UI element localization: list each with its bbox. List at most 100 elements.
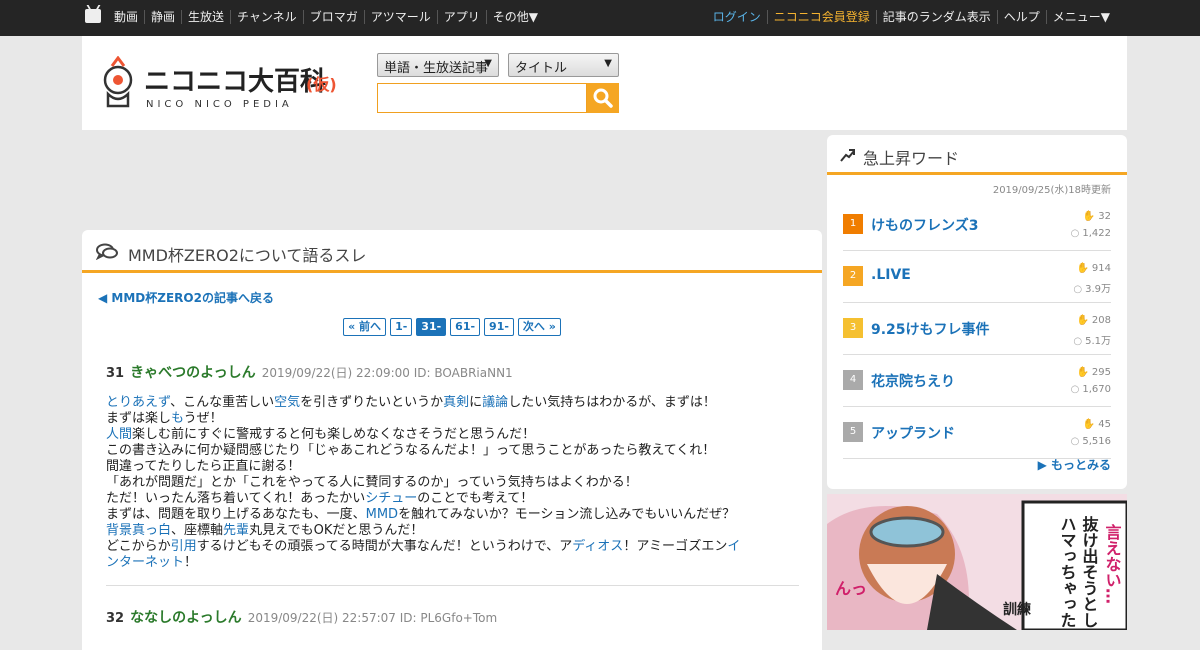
post-text: うぜ！ bbox=[183, 411, 223, 426]
keyword-link[interactable]: 人間 bbox=[106, 427, 132, 442]
help-link[interactable]: ヘルプ bbox=[996, 10, 1046, 24]
trending-word-link[interactable]: アップランド bbox=[871, 423, 955, 443]
ad-text-1: 言えない… bbox=[1103, 523, 1122, 604]
post-number[interactable]: 31 bbox=[106, 366, 124, 381]
poster-name[interactable]: ななしのよっしん bbox=[130, 610, 242, 626]
trending-item[interactable]: 1 けものフレンズ3 ✋ 32 ○ 1,422 bbox=[843, 199, 1111, 251]
niconico-tv-icon[interactable] bbox=[85, 9, 101, 23]
logo-suffix: (仮) bbox=[306, 75, 337, 94]
trending-item[interactable]: 3 9.25けもフレ事件 ✋ 208 ○ 5.1万 bbox=[843, 303, 1111, 355]
trending-word-link[interactable]: .LIVE bbox=[871, 267, 911, 283]
pagination: « 前へ 1- 31- 61- 91- 次へ » bbox=[82, 318, 822, 336]
random-article-link[interactable]: 記事のランダム表示 bbox=[875, 10, 997, 24]
post-text: ！アミーゴズエン bbox=[623, 539, 728, 554]
trending-item[interactable]: 2 .LIVE ✋ 914 ○ 3.9万 bbox=[843, 251, 1111, 303]
service-nav-item[interactable]: アプリ bbox=[436, 10, 486, 24]
comment-icon: ○ bbox=[1070, 384, 1080, 395]
service-nav-item[interactable]: その他▼ bbox=[485, 10, 544, 24]
post-text: まずは、問題を取り上げるあなたも、一度、 bbox=[106, 507, 366, 522]
menu-dropdown[interactable]: メニュー▼ bbox=[1045, 10, 1116, 24]
keyword-link[interactable]: 空気 bbox=[274, 395, 300, 410]
post-text: 、座標軸 bbox=[171, 523, 224, 538]
keyword-link[interactable]: シチュー bbox=[365, 491, 417, 506]
ad-banner[interactable]: 言えない… 抜け出そうとし ハマっちゃったな 訓練 んっ bbox=[827, 494, 1127, 630]
post-text: 楽しむ前にすぐに警戒すると何も楽しめなくなさそうだと思うんだ！ bbox=[132, 427, 536, 442]
post-text: したい気持ちはわかるが、まずは！ bbox=[508, 395, 716, 410]
page-link[interactable]: 次へ » bbox=[517, 318, 561, 336]
post-text: この書き込みに何か疑問感じたり「じゃあこれどうなるんだよ！」って思うことがあった… bbox=[106, 443, 716, 458]
page-link[interactable]: 31- bbox=[416, 318, 447, 336]
applause-value: 914 bbox=[1091, 263, 1111, 274]
back-to-article-link[interactable]: ◀ MMD杯ZERO2の記事へ戻る bbox=[98, 289, 274, 306]
applause-value: 208 bbox=[1091, 315, 1111, 326]
post-meta: 2019/09/22(日) 22:57:07 ID: PL6Gfo+Tom bbox=[247, 611, 498, 625]
trending-item[interactable]: 4 花京院ちえり ✋ 295 ○ 1,670 bbox=[843, 355, 1111, 407]
post-text: するけどもその頑張ってる時間が大事なんだ！というわけで、ア bbox=[196, 539, 573, 554]
thread-title: MMD杯ZERO2について語るスレ bbox=[128, 246, 367, 265]
page-link[interactable]: 61- bbox=[450, 318, 481, 336]
trending-item[interactable]: 5 アップランド ✋ 45 ○ 5,516 bbox=[843, 407, 1111, 459]
service-nav-item[interactable]: チャンネル bbox=[230, 10, 303, 24]
login-link[interactable]: ログイン bbox=[707, 10, 767, 24]
keyword-link[interactable]: も bbox=[171, 411, 184, 426]
keyword-link[interactable]: 真っ白 bbox=[132, 523, 171, 538]
search-field-select[interactable]: タイトル ▼ bbox=[508, 53, 619, 77]
comment-value: 5.1万 bbox=[1085, 336, 1111, 347]
account-nav: ログイン ニコニコ会員登録 記事のランダム表示 ヘルプ メニュー▼ bbox=[707, 10, 1116, 24]
keyword-link[interactable]: ディオス bbox=[572, 539, 623, 554]
poster-name[interactable]: きゃべつのよっしん bbox=[130, 365, 256, 381]
more-trending-link[interactable]: ▶ もっとみる bbox=[1038, 456, 1111, 473]
ad-text-2: 抜け出そうとし bbox=[1080, 515, 1099, 628]
comment-count: ○ 5.1万 bbox=[1073, 332, 1111, 347]
bbs-post: 31 きゃべつのよっしん 2019/09/22(日) 22:09:00 ID: BO… bbox=[106, 362, 799, 571]
logo-subtitle: NICO NICO PEDIA bbox=[146, 99, 293, 110]
top-navbar: 動画 静画 生放送 チャンネル ブロマガ アツマール アプリ その他▼ ログイン ニコニコ会員… bbox=[0, 0, 1200, 36]
service-nav-item[interactable]: 動画 bbox=[108, 10, 144, 24]
applause-icon: ✋ bbox=[1082, 419, 1096, 430]
trending-word-link[interactable]: 9.25けもフレ事件 bbox=[871, 319, 990, 339]
keyword-link[interactable]: 先輩 bbox=[223, 523, 249, 538]
applause-count: ✋ 914 bbox=[1076, 263, 1111, 274]
comment-icon: ○ bbox=[1073, 284, 1083, 295]
applause-icon: ✋ bbox=[1082, 211, 1096, 222]
search-button[interactable] bbox=[587, 83, 619, 113]
service-nav-item[interactable]: 静画 bbox=[144, 10, 181, 24]
ad-caption: 訓練 bbox=[1003, 601, 1031, 618]
keyword-link[interactable]: ンターネット bbox=[106, 555, 184, 570]
service-nav-item[interactable]: ブロマガ bbox=[302, 10, 364, 24]
trending-word-link[interactable]: けものフレンズ3 bbox=[871, 215, 978, 235]
keyword-link[interactable]: 引用 bbox=[171, 539, 197, 554]
post-text: を引きずりたいというか bbox=[300, 395, 444, 410]
search-icon bbox=[593, 88, 613, 108]
keyword-link[interactable]: イ bbox=[727, 539, 740, 554]
keyword-link[interactable]: 背景 bbox=[106, 523, 132, 538]
page-link[interactable]: « 前へ bbox=[343, 318, 387, 336]
search-field-value: タイトル bbox=[515, 61, 568, 76]
ad-text-3: ハマっちゃったな bbox=[1058, 516, 1077, 630]
page-link[interactable]: 1- bbox=[390, 318, 413, 336]
post-divider bbox=[106, 585, 799, 586]
keyword-link[interactable]: 真剣 bbox=[443, 395, 469, 410]
nicopedia-logo[interactable]: ニコニコ大百科 (仮) NICO NICO PEDIA bbox=[98, 55, 348, 112]
comment-value: 1,670 bbox=[1082, 384, 1111, 395]
keyword-link[interactable]: MMD bbox=[366, 507, 398, 522]
post-text: 、こんな重苦しい bbox=[170, 395, 275, 410]
comment-value: 3.9万 bbox=[1085, 284, 1111, 295]
service-nav-item[interactable]: 生放送 bbox=[181, 10, 230, 24]
logo-text: ニコニコ大百科 bbox=[144, 67, 326, 97]
post-text: まずは楽し bbox=[106, 411, 172, 426]
register-link[interactable]: ニコニコ会員登録 bbox=[766, 10, 876, 24]
keyword-link[interactable]: 議論 bbox=[482, 395, 508, 410]
ad-side-text: んっ bbox=[835, 579, 867, 598]
page-link[interactable]: 91- bbox=[484, 318, 514, 336]
rank-badge: 3 bbox=[843, 318, 863, 338]
search-input[interactable] bbox=[377, 83, 587, 113]
post-text: 丸見えでもOKだと思うんだ！ bbox=[249, 523, 424, 538]
keyword-link[interactable]: とりあえず bbox=[106, 395, 170, 410]
service-nav-item[interactable]: アツマール bbox=[363, 10, 437, 24]
post-number[interactable]: 32 bbox=[106, 611, 124, 626]
search-scope-select[interactable]: 単語・生放送記事 ▼ bbox=[377, 53, 499, 77]
post-body: とりあえず、こんな重苦しい空気を引きずりたいというか真剣に議論したい気持ちはわか… bbox=[106, 395, 799, 571]
trending-word-link[interactable]: 花京院ちえり bbox=[871, 371, 955, 391]
rank-badge: 2 bbox=[843, 266, 863, 286]
